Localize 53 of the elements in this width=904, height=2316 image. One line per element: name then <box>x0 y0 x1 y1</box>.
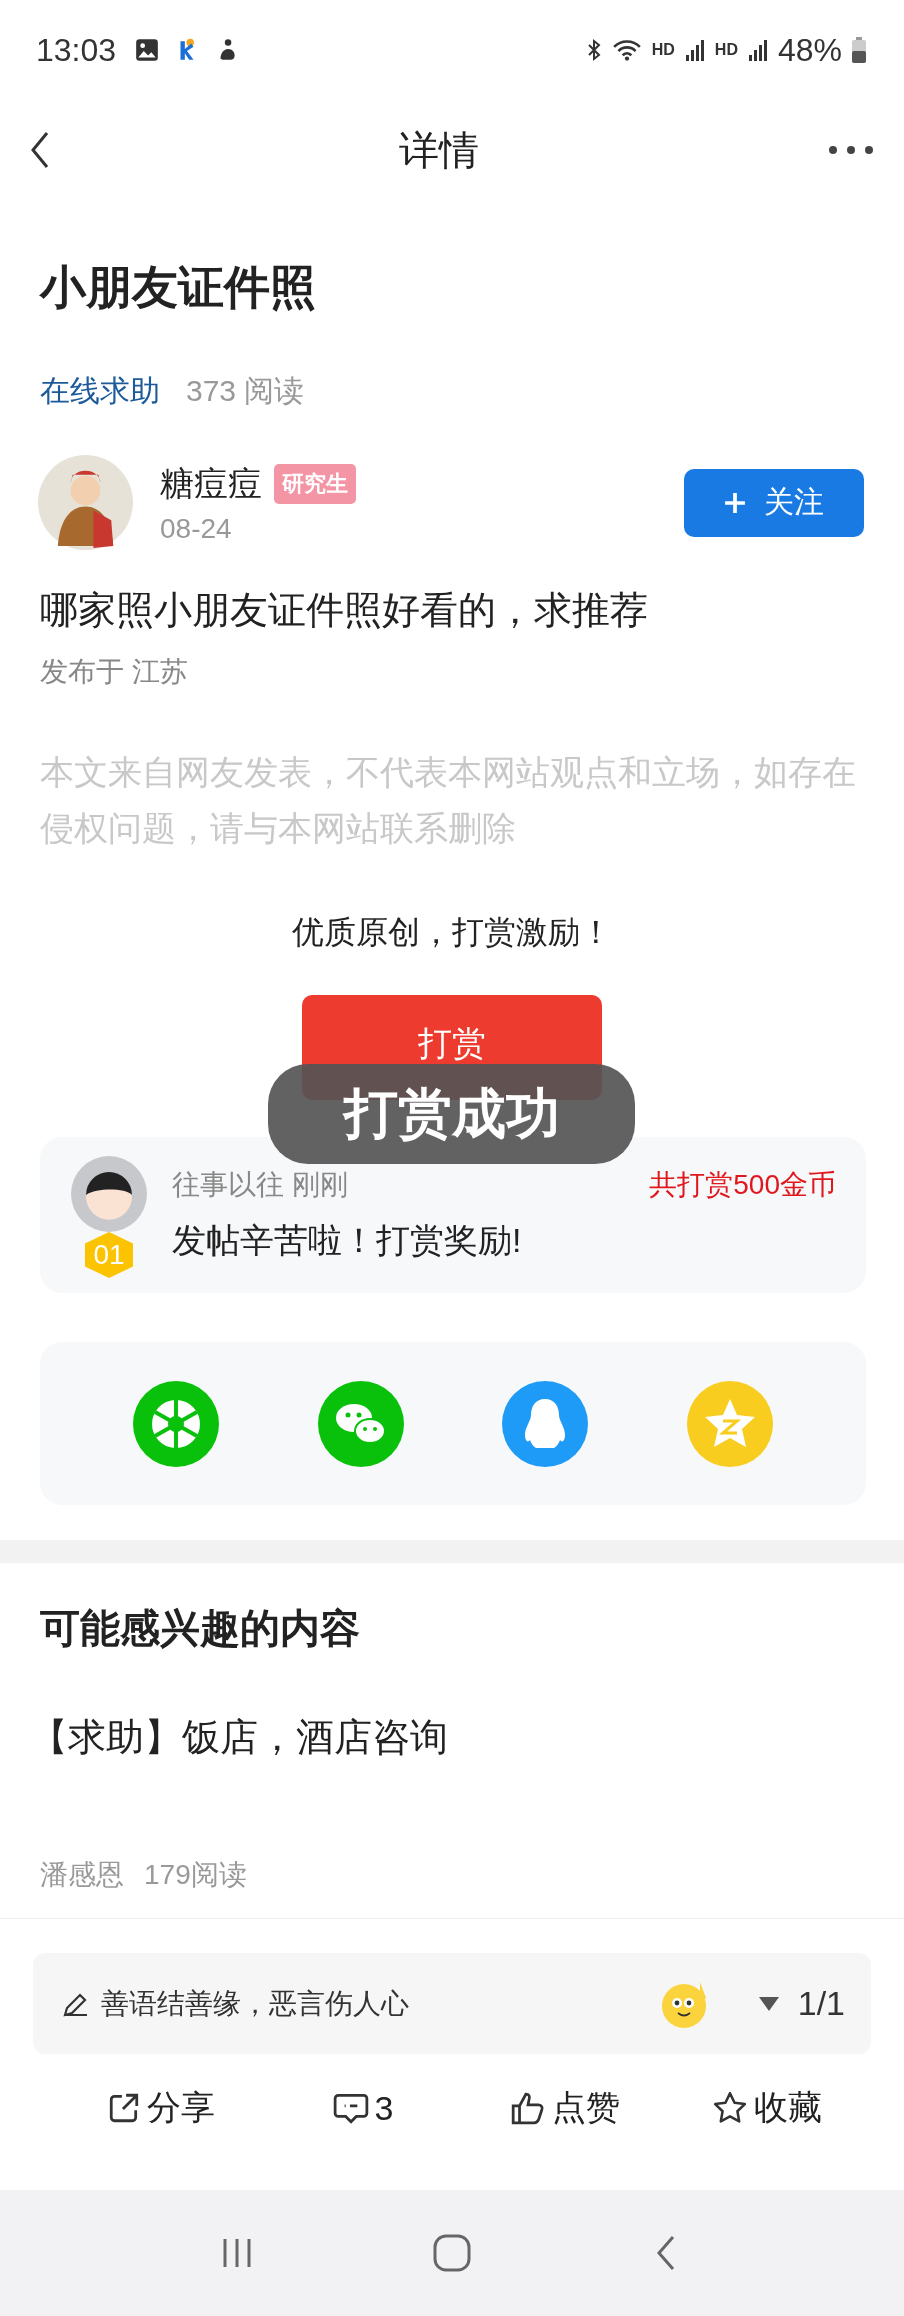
share-action[interactable]: 分享 <box>107 2085 215 2131</box>
comment-placeholder: 善语结善缘，恶言伤人心 <box>101 1986 409 2021</box>
post-location: 发布于 江苏 <box>40 655 189 689</box>
action-label: 3 <box>374 2088 394 2128</box>
penguin-icon[interactable] <box>502 1380 589 1467</box>
signal-icon <box>684 39 705 61</box>
bluetooth-icon <box>585 38 602 62</box>
home-icon[interactable] <box>432 2233 472 2273</box>
page-title: 详情 <box>399 126 479 174</box>
rank-badge: 01 <box>85 1232 133 1278</box>
share-icon <box>107 2091 141 2125</box>
related-read-count: 179阅读 <box>144 1858 247 1892</box>
action-label: 分享 <box>147 2087 215 2128</box>
post-title: 小朋友证件照 <box>40 260 317 315</box>
battery-percent: 48% <box>777 31 842 69</box>
comment-action[interactable]: 3 <box>332 2088 394 2128</box>
avatar[interactable] <box>71 1156 147 1232</box>
battery-icon <box>852 37 866 63</box>
reward-prompt: 优质原创，打赏激励！ <box>291 913 613 952</box>
follow-button[interactable]: 关注 <box>684 468 864 537</box>
action-label: 点赞 <box>552 2087 620 2128</box>
dropdown-icon[interactable] <box>757 1996 780 2011</box>
rank-badge: 研究生 <box>274 463 356 504</box>
reward-total: 共打赏500金币 <box>649 1168 836 1202</box>
back-icon[interactable] <box>30 130 50 170</box>
post-body: 哪家照小朋友证件照好看的，求推荐 <box>40 588 649 633</box>
thumbs-up-icon <box>510 2090 546 2126</box>
plus-icon <box>724 491 746 514</box>
like-action[interactable]: 点赞 <box>510 2085 620 2131</box>
image-icon <box>134 37 161 63</box>
comment-field[interactable]: 善语结善缘，恶言伤人心 1/1 <box>33 1953 871 2054</box>
favorite-action[interactable]: 收藏 <box>712 2085 822 2131</box>
toast-message: 打赏成功 <box>268 1064 635 1164</box>
page-indicator: 1/1 <box>797 1984 845 2023</box>
signal-icon <box>747 39 768 61</box>
post-date: 08-24 <box>160 512 233 545</box>
related-post-title[interactable]: 【求助】饭店，酒店咨询 <box>30 1710 864 1764</box>
network-label: HD <box>651 41 675 59</box>
category-link[interactable]: 在线求助 <box>40 370 160 412</box>
author-name[interactable]: 糖痘痘 <box>160 460 262 507</box>
reward-message: 发帖辛苦啦！打赏奖励! <box>172 1220 523 1261</box>
action-label: 收藏 <box>754 2087 822 2128</box>
reward-time: 刚刚 <box>292 1168 348 1202</box>
related-author: 潘感恩 <box>40 1858 124 1892</box>
star-icon <box>712 2090 748 2126</box>
read-count: 373 阅读 <box>186 372 305 409</box>
section-title: 可能感兴趣的内容 <box>40 1605 361 1652</box>
network-label: HD <box>714 41 738 59</box>
user-name: 往事以往 <box>172 1168 284 1202</box>
wifi-icon <box>611 38 642 62</box>
comment-icon <box>332 2091 369 2125</box>
clock: 13:03 <box>36 31 117 69</box>
more-icon[interactable] <box>828 145 874 155</box>
